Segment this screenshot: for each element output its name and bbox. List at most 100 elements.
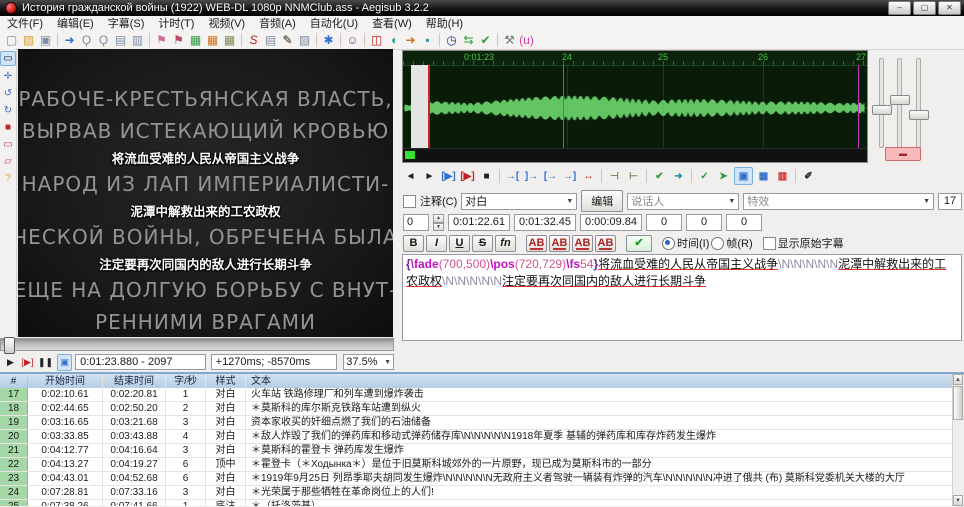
translation-assistant-icon[interactable]: ▦ [187,32,204,48]
styles-manager-icon[interactable]: ⚑ [153,32,170,48]
time-mode-radio[interactable] [662,237,675,250]
select-visible-icon[interactable]: ✔ [477,32,494,48]
end-time-input[interactable]: 0:01:32.45 [514,214,576,231]
karaoke-mode-toggle[interactable]: ✐ [800,168,817,184]
outline-color-button[interactable]: AB [572,235,593,252]
scroll-down-icon[interactable]: ▼ [953,495,963,506]
spin-down-icon[interactable]: ▼ [433,223,444,232]
paste-over-icon[interactable]: ▨ [296,32,313,48]
bold-button[interactable]: B [403,235,424,252]
play-line-button[interactable]: [▶] [21,355,34,370]
auto-commit-toggle[interactable]: ✓ [696,168,713,184]
timing-postprocessor-icon[interactable]: ⇆ [460,32,477,48]
shift-times-icon[interactable]: ◷ [443,32,460,48]
table-row[interactable]: 23 0:04:43.01 0:04:52.68 6 对白 ＊1919年9月25… [0,472,953,486]
kanji-timer-icon[interactable]: ▤ [262,32,279,48]
table-row[interactable]: 25 0:07:38.26 0:07:41.66 1 底注 ＊（托洛茨基） [0,500,953,506]
horizontal-zoom-track[interactable] [879,58,884,148]
spell-checker-icon[interactable]: S [245,32,262,48]
table-row[interactable]: 22 0:04:13.27 0:04:19.27 6 顶中 ＊霍登卡（＊Ходы… [0,458,953,472]
menu-item[interactable]: 自动化(U) [303,15,365,31]
duration-input[interactable]: 0:00:09.84 [580,214,642,231]
table-row[interactable]: 17 0:02:10.61 0:02:20.81 1 对白 火车站 铁路修理厂和… [0,388,953,402]
primary-color-button[interactable]: AB [526,235,547,252]
rotate-z-tool-icon[interactable]: ↺ [1,87,15,100]
attachments-icon[interactable]: ▥ [129,32,146,48]
style-select[interactable]: 对白 ▼ [461,193,577,210]
automation-icon[interactable]: ✱ [320,32,337,48]
start-time-input[interactable]: 0:01:22.61 [448,214,510,231]
edit-style-button[interactable]: 编辑 [581,190,623,212]
volume-slider[interactable] [909,110,929,120]
link-zoom-volume-toggle[interactable]: ▬ [885,147,921,161]
italic-button[interactable]: I [426,235,447,252]
minimize-button[interactable]: – [888,1,911,15]
new-subtitles-icon[interactable]: ▢ [3,32,20,48]
video-zoom-select[interactable]: 37.5% ▼ [343,354,394,370]
effect-select[interactable]: 特效 ▼ [743,193,934,210]
automation-macro-icon[interactable]: (u) [518,32,535,48]
show-original-checkbox[interactable] [763,237,776,250]
color-scheme-toggle[interactable]: ▥ [774,168,791,184]
previous-line-button[interactable]: ◄ [402,168,419,184]
snap-to-scene-icon[interactable]: ▪ [419,32,436,48]
menu-item[interactable]: 音频(A) [252,15,303,31]
menu-item[interactable]: 视频(V) [201,15,252,31]
strikeout-button[interactable]: S [472,235,493,252]
font-button[interactable]: fn [495,235,516,252]
video-details-icon[interactable]: ◫ [368,32,385,48]
pause-button[interactable]: ❚❚ [38,355,53,370]
commit-button[interactable]: ✔ [626,235,652,252]
audio-scroll-position[interactable] [405,151,415,159]
play-first-500ms-button[interactable]: [→ [542,168,559,184]
play-500ms-after-button[interactable]: ]→ [523,168,540,184]
layer-spinner[interactable]: ▲▼ [433,214,444,231]
menu-item[interactable]: 文件(F) [0,15,50,31]
scroll-up-icon[interactable]: ▲ [953,374,963,385]
audio-waveform[interactable] [403,65,867,149]
grid-scrollbar[interactable]: ▲ ▼ [952,374,964,506]
play-before-after-button[interactable]: ↔ [580,168,597,184]
standard-tool-icon[interactable]: ▭ [0,51,16,66]
margin-right-input[interactable]: 0 [686,214,722,231]
auto-scroll-toggle[interactable]: ▣ [734,167,753,185]
style-assistant-icon[interactable]: ⚑ [170,32,187,48]
lead-out-button[interactable]: ⊢ [625,168,642,184]
layer-input[interactable]: 0 [403,214,429,231]
auto-seek-toggle[interactable]: ▣ [57,354,72,371]
lead-in-button[interactable]: ⊣ [606,168,623,184]
vertical-zoom-slider[interactable] [890,95,910,105]
properties-icon[interactable]: ▤ [112,32,129,48]
drag-tool-icon[interactable]: ✛ [1,70,15,83]
save-subtitles-icon[interactable]: ▣ [37,32,54,48]
find-icon[interactable]: Ϙ [78,32,95,48]
commit-button[interactable]: ✔ [651,168,668,184]
stop-button[interactable]: ■ [478,168,495,184]
video-display[interactable]: РАБОЧЕ-КРЕСТЬЯНСКАЯ ВЛАСТЬ,ВЫРВАВ ИСТЕКА… [18,49,393,337]
frame-mode-radio[interactable] [711,237,724,250]
scrollbar-thumb[interactable] [953,386,963,420]
find-replace-icon[interactable]: Ϙ [95,32,112,48]
rotate-xy-tool-icon[interactable]: ↻ [1,104,15,117]
menu-item[interactable]: 查看(W) [365,15,419,31]
play-500ms-before-button[interactable]: →[ [504,168,521,184]
auto-next-toggle[interactable]: ➤ [715,168,732,184]
margin-left-input[interactable]: 0 [646,214,682,231]
selection-start-marker[interactable] [428,65,430,149]
select-lines-icon[interactable]: ✎ [279,32,296,48]
video-seek-bar[interactable] [0,338,394,351]
fonts-collector-icon[interactable]: ▦ [221,32,238,48]
play-button[interactable]: ▶ [4,355,17,370]
table-row[interactable]: 21 0:04:12.77 0:04:16.64 3 对白 ＊莫斯科的霍登卡 弹… [0,444,953,458]
menu-item[interactable]: 计时(T) [151,15,201,31]
vector-clip-tool-icon[interactable]: ▱ [1,155,15,168]
maximize-button[interactable]: ▢ [913,1,936,15]
jump-video-to-end-icon[interactable]: ➜ [402,32,419,48]
comment-checkbox[interactable] [403,195,416,208]
underline-button[interactable]: U [449,235,470,252]
table-row[interactable]: 20 0:03:33.85 0:03:43.88 4 对白 ＊敌人炸毁了我们的弹… [0,430,953,444]
spectrum-analyzer-toggle[interactable]: ▦ [755,168,772,184]
menu-item[interactable]: 字幕(S) [101,15,152,31]
resample-resolution-icon[interactable]: ▦ [204,32,221,48]
scale-tool-icon[interactable]: ■ [1,121,15,134]
